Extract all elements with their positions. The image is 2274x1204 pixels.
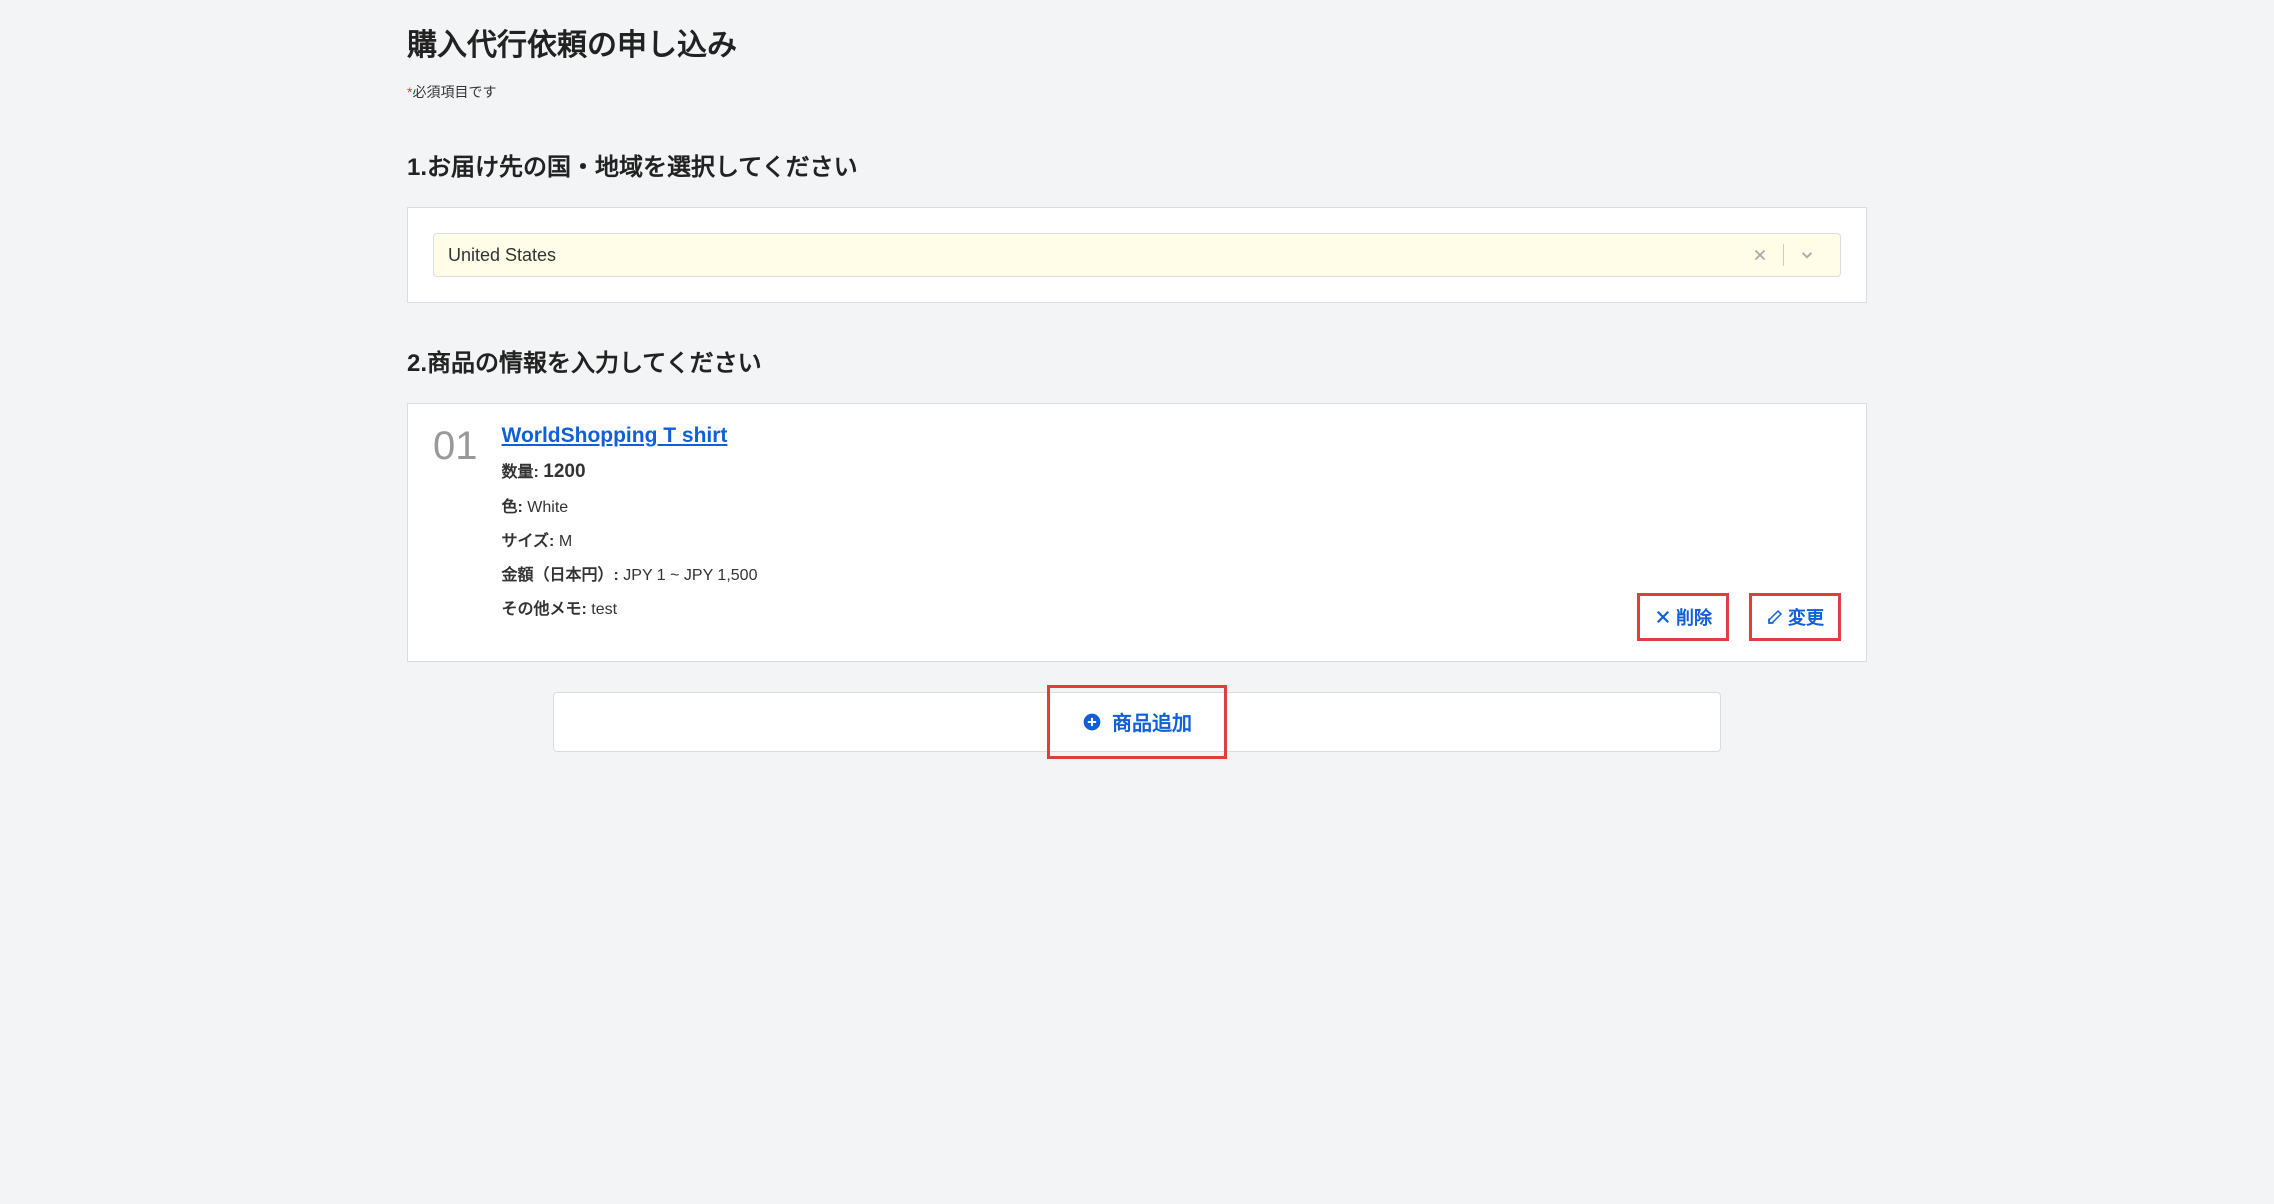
add-item-bar: 商品追加 bbox=[553, 692, 1721, 752]
item-price-value: JPY 1 ~ JPY 1,500 bbox=[623, 567, 757, 584]
add-item-button[interactable]: 商品追加 bbox=[1082, 707, 1192, 736]
item-memo-value: test bbox=[591, 601, 617, 618]
page-title: 購入代行依頼の申し込み bbox=[407, 20, 1867, 64]
edit-button[interactable]: 変更 bbox=[1749, 593, 1841, 641]
clear-icon[interactable] bbox=[1741, 246, 1779, 264]
country-select[interactable]: United States bbox=[433, 233, 1841, 277]
item-price-row: 金額（日本円）: JPY 1 ~ JPY 1,500 bbox=[502, 561, 1842, 585]
item-quantity-value: 1200 bbox=[543, 461, 585, 482]
item-color-value: White bbox=[527, 499, 568, 516]
required-note-text: 必須項目です bbox=[412, 84, 496, 100]
delete-button[interactable]: 削除 bbox=[1637, 593, 1729, 641]
item-size-row: サイズ: M bbox=[502, 527, 1842, 551]
close-icon bbox=[1654, 608, 1672, 626]
edit-button-label: 変更 bbox=[1788, 604, 1824, 630]
item-color-label: 色: bbox=[502, 499, 523, 516]
item-quantity-row: 数量: 1200 bbox=[502, 458, 1842, 483]
section1-heading: 1.お届け先の国・地域を選択してください bbox=[407, 147, 1867, 182]
country-selected-value: United States bbox=[448, 245, 1741, 266]
item-size-label: サイズ: bbox=[502, 533, 555, 550]
product-item-card: 01 WorldShopping T shirt 数量: 1200 色: Whi… bbox=[407, 403, 1867, 662]
item-number: 01 bbox=[433, 424, 478, 468]
chevron-down-icon[interactable] bbox=[1788, 246, 1826, 264]
required-note: *必須項目です bbox=[407, 82, 1867, 102]
section2-heading: 2.商品の情報を入力してください bbox=[407, 343, 1867, 378]
item-title-link[interactable]: WorldShopping T shirt bbox=[502, 424, 728, 448]
item-color-row: 色: White bbox=[502, 493, 1842, 517]
item-price-label: 金額（日本円）: bbox=[502, 567, 619, 584]
add-item-label: 商品追加 bbox=[1112, 707, 1192, 736]
country-panel: United States bbox=[407, 207, 1867, 303]
select-divider bbox=[1783, 244, 1784, 266]
plus-circle-icon bbox=[1082, 712, 1102, 732]
delete-button-label: 削除 bbox=[1676, 604, 1712, 630]
item-memo-label: その他メモ: bbox=[502, 601, 587, 618]
item-quantity-label: 数量: bbox=[502, 464, 539, 481]
edit-icon bbox=[1766, 608, 1784, 626]
item-size-value: M bbox=[559, 533, 572, 550]
